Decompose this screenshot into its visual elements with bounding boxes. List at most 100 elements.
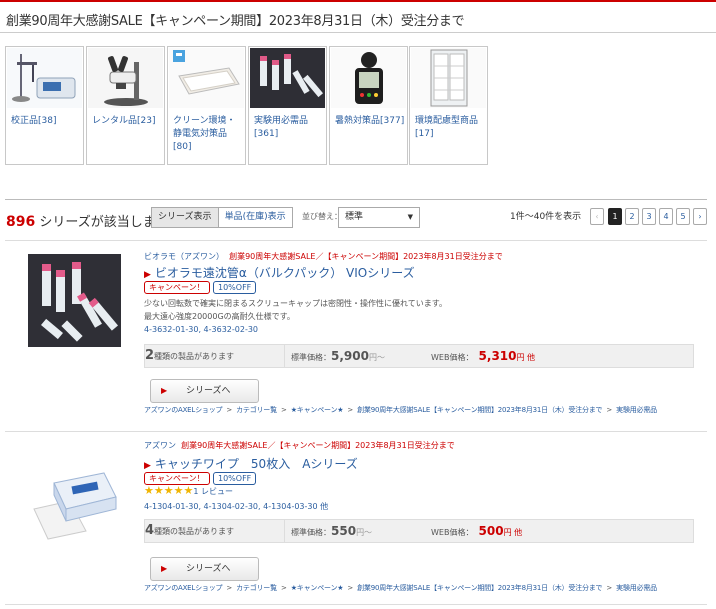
prev-page-button[interactable]: ‹ [590,208,604,225]
page-3[interactable]: 3 [642,208,656,225]
standard-price-label: 標準価格： [291,528,331,537]
standard-price: 標準価格：550円～ [291,524,372,538]
breadcrumb-item[interactable]: アズワンのAXELショップ [144,406,223,414]
variant-count: 2種類の製品があります [145,348,234,363]
sort-value: 標準 [345,212,364,222]
breadcrumb-sep: > [347,406,354,414]
product-desc: 少ない回転数で確実に閉まるスクリューキャップは密閉性・操作性に優れています。 [144,299,447,308]
breadcrumb-sep: > [606,406,613,414]
standard-price-unit: 円～ [368,353,385,362]
rating-stars: ★★★★★1 レビュー [144,484,233,497]
arrow-right-icon: ▶ [161,386,168,395]
category-tile-rental[interactable]: レンタル品[23] [86,46,165,165]
breadcrumb-item[interactable]: ★キャンペーン★ [291,584,344,592]
arrow-right-icon: ▶ [161,564,168,573]
category-label: クリーン環境・静電気対策品[80] [173,116,236,152]
breadcrumb-item[interactable]: 実験用必需品 [616,406,657,414]
arrow-right-icon: ▶ [144,270,151,280]
category-tile-eco[interactable]: 環境配慮型商品[17] [409,46,488,165]
page-title: 創業90周年大感謝SALE【キャンペーン期間】2023年8月31日（木）受注分ま… [6,14,465,29]
page-4[interactable]: 4 [659,208,673,225]
breadcrumb-item[interactable]: 創業90周年大感謝SALE【キャンペーン期間】2023年8月31日（木）受注分ま… [357,406,602,414]
result-count: 896 シリーズが該当します [6,211,169,230]
series-button[interactable]: ▶ シリーズへ [150,557,259,581]
product-name[interactable]: ▶ キャッチワイプ 50枚入 Aシリーズ [144,455,358,472]
breadcrumb-item[interactable]: カテゴリー覧 [236,584,277,592]
category-tile-heat[interactable]: 暑熱対策品[377] [329,46,408,165]
meter-icon [7,48,82,108]
product-codes[interactable]: 4-1304-01-30, 4-1304-02-30, 4-1304-03-30… [144,501,328,512]
brand-line: アズワン 創業90周年大感謝SALE／【キャンペーン期間】2023年8月31日受… [144,440,455,451]
category-label: 環境配慮型商品[17] [415,116,479,139]
web-price-value: 500 [478,524,504,538]
top-accent-line [0,0,716,2]
breadcrumb: アズワンのAXELショップ > カテゴリー覧 > ★キャンペーン★ > 創業90… [144,583,657,593]
breadcrumb-item[interactable]: 創業90周年大感謝SALE【キャンペーン期間】2023年8月31日（木）受注分ま… [357,584,602,592]
campaign-text: 創業90周年大感謝SALE／【キャンペーン期間】2023年8月31日受注分まで [181,441,455,450]
category-tile-clean[interactable]: クリーン環境・静電気対策品[80] [167,46,246,165]
breadcrumb-sep: > [226,406,233,414]
web-price-value: 5,310 [478,349,517,363]
web-price: WEB価格： 500円 他 [431,524,522,538]
series-button-label: シリーズへ [186,564,231,574]
view-toggle: シリーズ表示 単品(在庫)表示 [151,207,293,228]
chevron-down-icon: ▼ [407,213,413,221]
review-link[interactable]: 1 レビュー [193,487,233,496]
brand-link[interactable]: ビオラモ（アズワン） [144,252,224,261]
category-tile-calibration[interactable]: 校正品[38] [5,46,84,165]
category-label: 校正品[38] [11,116,57,126]
result-count-number: 896 [6,214,36,230]
price-divider [284,520,285,542]
product-image[interactable] [28,457,121,550]
price-bar: 2種類の製品があります 標準価格：5,900円～ WEB価格： 5,310円 他 [144,344,694,368]
breadcrumb-sep: > [280,584,287,592]
variant-count: 4種類の製品があります [145,523,234,538]
standard-price: 標準価格：5,900円～ [291,349,385,363]
cabinet-icon [411,48,486,108]
result-count-suffix: シリーズが該当します [39,215,169,230]
breadcrumb-sep: > [280,406,287,414]
product-desc: 最大遠心強度20000Gの高耐久仕様です。 [144,312,295,321]
product-name-text: ビオラモ遠沈管α（バルクパック） VIOシリーズ [154,266,415,280]
sort-label: 並び替え： [302,212,342,221]
discount-badge: 10%OFF [213,281,257,294]
microscope-icon [88,48,163,108]
sort-select[interactable]: 標準 ▼ [338,207,420,228]
price-bar: 4種類の製品があります 標準価格：550円～ WEB価格： 500円 他 [144,519,694,543]
breadcrumb: アズワンのAXELショップ > カテゴリー覧 > ★キャンペーン★ > 創業90… [144,405,657,415]
section-divider [5,199,707,200]
next-page-button[interactable]: › [693,208,707,225]
single-view-button[interactable]: 単品(在庫)表示 [217,208,292,227]
web-price-label: WEB価格： [431,353,474,362]
product-image[interactable] [28,254,121,347]
web-price-label: WEB価格： [431,528,474,537]
variant-count-text: 種類の製品があります [154,352,235,361]
product-codes[interactable]: 4-3632-01-30, 4-3632-02-30 [144,325,258,334]
tubes-icon [250,48,325,108]
series-button-label: シリーズへ [186,386,231,396]
brand-link[interactable]: アズワン [144,441,176,450]
breadcrumb-item[interactable]: アズワンのAXELショップ [144,584,223,592]
page-5[interactable]: 5 [676,208,690,225]
breadcrumb-sep: > [606,584,613,592]
variant-count-number: 2 [145,348,155,363]
series-button[interactable]: ▶ シリーズへ [150,379,259,403]
page-2[interactable]: 2 [625,208,639,225]
web-price-unit: 円 他 [503,528,523,537]
variant-count-text: 種類の製品があります [154,527,235,536]
web-price-unit: 円 他 [516,353,536,362]
variant-count-number: 4 [145,523,155,538]
category-label: 実験用必需品[361] [254,116,309,139]
arrow-right-icon: ▶ [144,461,151,471]
breadcrumb-item[interactable]: カテゴリー覧 [236,406,277,414]
breadcrumb-item[interactable]: ★キャンペーン★ [291,406,344,414]
series-view-button[interactable]: シリーズ表示 [152,208,218,227]
breadcrumb-sep: > [226,584,233,592]
product-name-text: キャッチワイプ 50枚入 Aシリーズ [154,457,358,471]
page-1[interactable]: 1 [608,208,622,225]
list-divider [5,604,707,605]
category-tile-lab[interactable]: 実験用必需品[361] [248,46,327,165]
title-divider [0,32,716,33]
product-name[interactable]: ▶ ビオラモ遠沈管α（バルクパック） VIOシリーズ [144,264,415,281]
breadcrumb-item[interactable]: 実験用必需品 [616,584,657,592]
